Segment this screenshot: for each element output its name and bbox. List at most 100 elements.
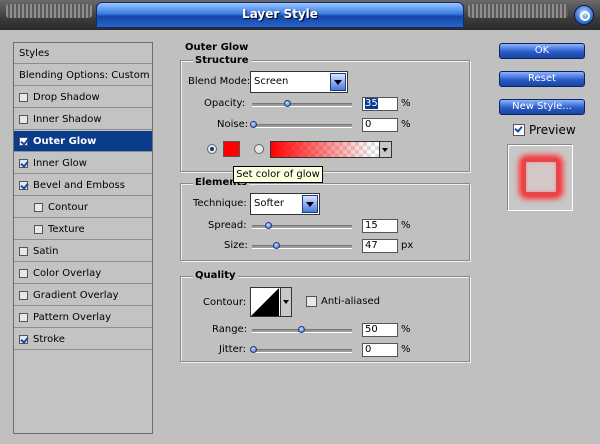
chevron-down-icon [382, 148, 388, 152]
style-item-inner-shadow[interactable]: Inner Shadow [14, 109, 152, 130]
reset-button[interactable]: Reset [499, 71, 585, 87]
jitter-slider[interactable] [250, 346, 352, 353]
style-item-color-overlay[interactable]: Color Overlay [14, 263, 152, 284]
blend-mode-label: Blend Mode: [188, 76, 250, 87]
noise-slider[interactable] [250, 121, 352, 128]
style-item-styles[interactable]: Styles [14, 43, 152, 64]
style-checkbox[interactable] [19, 246, 28, 256]
opacity-label: Opacity: [204, 98, 246, 109]
jitter-slider-thumb[interactable] [250, 346, 257, 353]
opacity-percent: % [401, 98, 411, 109]
style-item-drop-shadow[interactable]: Drop Shadow [14, 87, 152, 108]
technique-select[interactable]: Softer [250, 193, 320, 215]
style-item-label: Inner Shadow [33, 113, 102, 125]
glow-color-swatch[interactable] [223, 141, 240, 157]
style-item-texture[interactable]: Texture [14, 219, 152, 240]
title-bar[interactable]: Layer Style [0, 0, 600, 30]
spread-slider[interactable] [252, 222, 352, 229]
style-checkbox[interactable] [19, 180, 28, 190]
opacity-field[interactable]: 35 [362, 97, 398, 111]
style-checkbox[interactable] [19, 334, 28, 344]
preview-label[interactable]: Preview [529, 123, 576, 137]
contour-dropdown[interactable] [280, 288, 291, 316]
style-item-pattern-overlay[interactable]: Pattern Overlay [14, 307, 152, 328]
style-checkbox[interactable] [19, 290, 28, 300]
jitter-field[interactable]: 0 [362, 343, 398, 357]
style-checkbox[interactable] [19, 268, 28, 278]
opacity-slider[interactable] [252, 100, 352, 107]
style-item-satin[interactable]: Satin [14, 241, 152, 262]
technique-label: Technique: [193, 198, 247, 209]
style-item-label: Gradient Overlay [33, 289, 119, 301]
style-item-outer-glow[interactable]: Outer Glow [14, 131, 152, 152]
style-checkbox[interactable] [34, 224, 43, 234]
solid-color-radio[interactable] [207, 144, 217, 154]
contour-curve-icon [251, 288, 279, 316]
size-field[interactable]: 47 [362, 239, 398, 253]
chevron-down-icon[interactable] [302, 195, 318, 213]
anti-aliased-checkbox[interactable] [306, 296, 317, 307]
style-item-contour[interactable]: Contour [14, 197, 152, 218]
chevron-down-icon[interactable] [330, 73, 346, 91]
style-item-label: Pattern Overlay [33, 311, 112, 323]
opacity-slider-thumb[interactable] [284, 100, 291, 107]
styles-panel: Styles Blending Options: Custom Drop Shado… [13, 42, 153, 434]
blend-mode-value: Screen [254, 76, 289, 87]
gradient-radio[interactable] [254, 144, 264, 154]
blend-mode-label-text: Blend Mode: [188, 76, 251, 87]
style-item-inner-glow[interactable]: Inner Glow [14, 153, 152, 174]
style-item-stroke[interactable]: Stroke [14, 329, 152, 350]
style-item-label: Color Overlay [33, 267, 102, 279]
preview-checkbox[interactable] [513, 124, 525, 136]
gradient-picker[interactable] [270, 141, 392, 158]
window-title: Layer Style [242, 7, 318, 21]
anti-aliased-label[interactable]: Anti-aliased [321, 296, 380, 307]
style-checkbox[interactable] [19, 114, 28, 124]
size-slider[interactable] [252, 242, 352, 249]
outer-glow-heading: Outer Glow [185, 42, 249, 53]
size-slider-thumb[interactable] [273, 242, 280, 249]
noise-percent: % [401, 119, 411, 130]
style-checkbox[interactable] [19, 92, 28, 102]
tooltip: Set color of glow [233, 166, 323, 183]
noise-field[interactable]: 0 [362, 118, 398, 132]
range-field[interactable]: 50 [362, 323, 398, 337]
style-item-bevel-and-emboss[interactable]: Bevel and Emboss [14, 175, 152, 196]
jitter-label: Jitter: [219, 344, 247, 355]
style-item-gradient-overlay[interactable]: Gradient Overlay [14, 285, 152, 306]
style-item-label: Outer Glow [33, 135, 97, 147]
style-item-label: Satin [33, 245, 59, 257]
blend-mode-select[interactable]: Screen [250, 71, 348, 93]
range-percent: % [401, 324, 411, 335]
technique-value: Softer [254, 198, 284, 209]
spread-label: Spread: [208, 220, 247, 231]
contour-label: Contour: [203, 297, 247, 308]
style-item-label: Bevel and Emboss [33, 179, 125, 191]
spread-field[interactable]: 15 [362, 219, 398, 233]
style-checkbox[interactable] [34, 202, 43, 212]
range-label: Range: [212, 324, 248, 335]
range-slider[interactable] [252, 326, 352, 333]
style-item-label: Stroke [33, 333, 65, 345]
jitter-percent: % [401, 344, 411, 355]
spread-percent: % [401, 220, 411, 231]
style-item-blending-options-custom[interactable]: Blending Options: Custom [14, 65, 152, 86]
chevron-down-icon [283, 300, 289, 304]
style-item-label: Contour [48, 201, 88, 213]
size-label: Size: [224, 240, 248, 251]
preview-glow-square [522, 158, 560, 196]
style-checkbox[interactable] [19, 158, 28, 168]
quality-title: Quality [193, 270, 238, 281]
new-style-button[interactable]: New Style... [499, 99, 585, 115]
style-item-label: Drop Shadow [33, 91, 100, 103]
close-icon[interactable] [574, 5, 594, 25]
ok-button[interactable]: OK [499, 43, 585, 59]
noise-slider-thumb[interactable] [250, 121, 257, 128]
spread-slider-thumb[interactable] [265, 222, 272, 229]
contour-picker[interactable] [250, 287, 292, 317]
range-slider-thumb[interactable] [298, 326, 305, 333]
gradient-dropdown[interactable] [379, 142, 391, 157]
style-checkbox[interactable] [19, 136, 28, 146]
style-checkbox[interactable] [19, 312, 28, 322]
layer-style-dialog: Layer Style Styles Blending Options: Cust… [0, 0, 600, 444]
